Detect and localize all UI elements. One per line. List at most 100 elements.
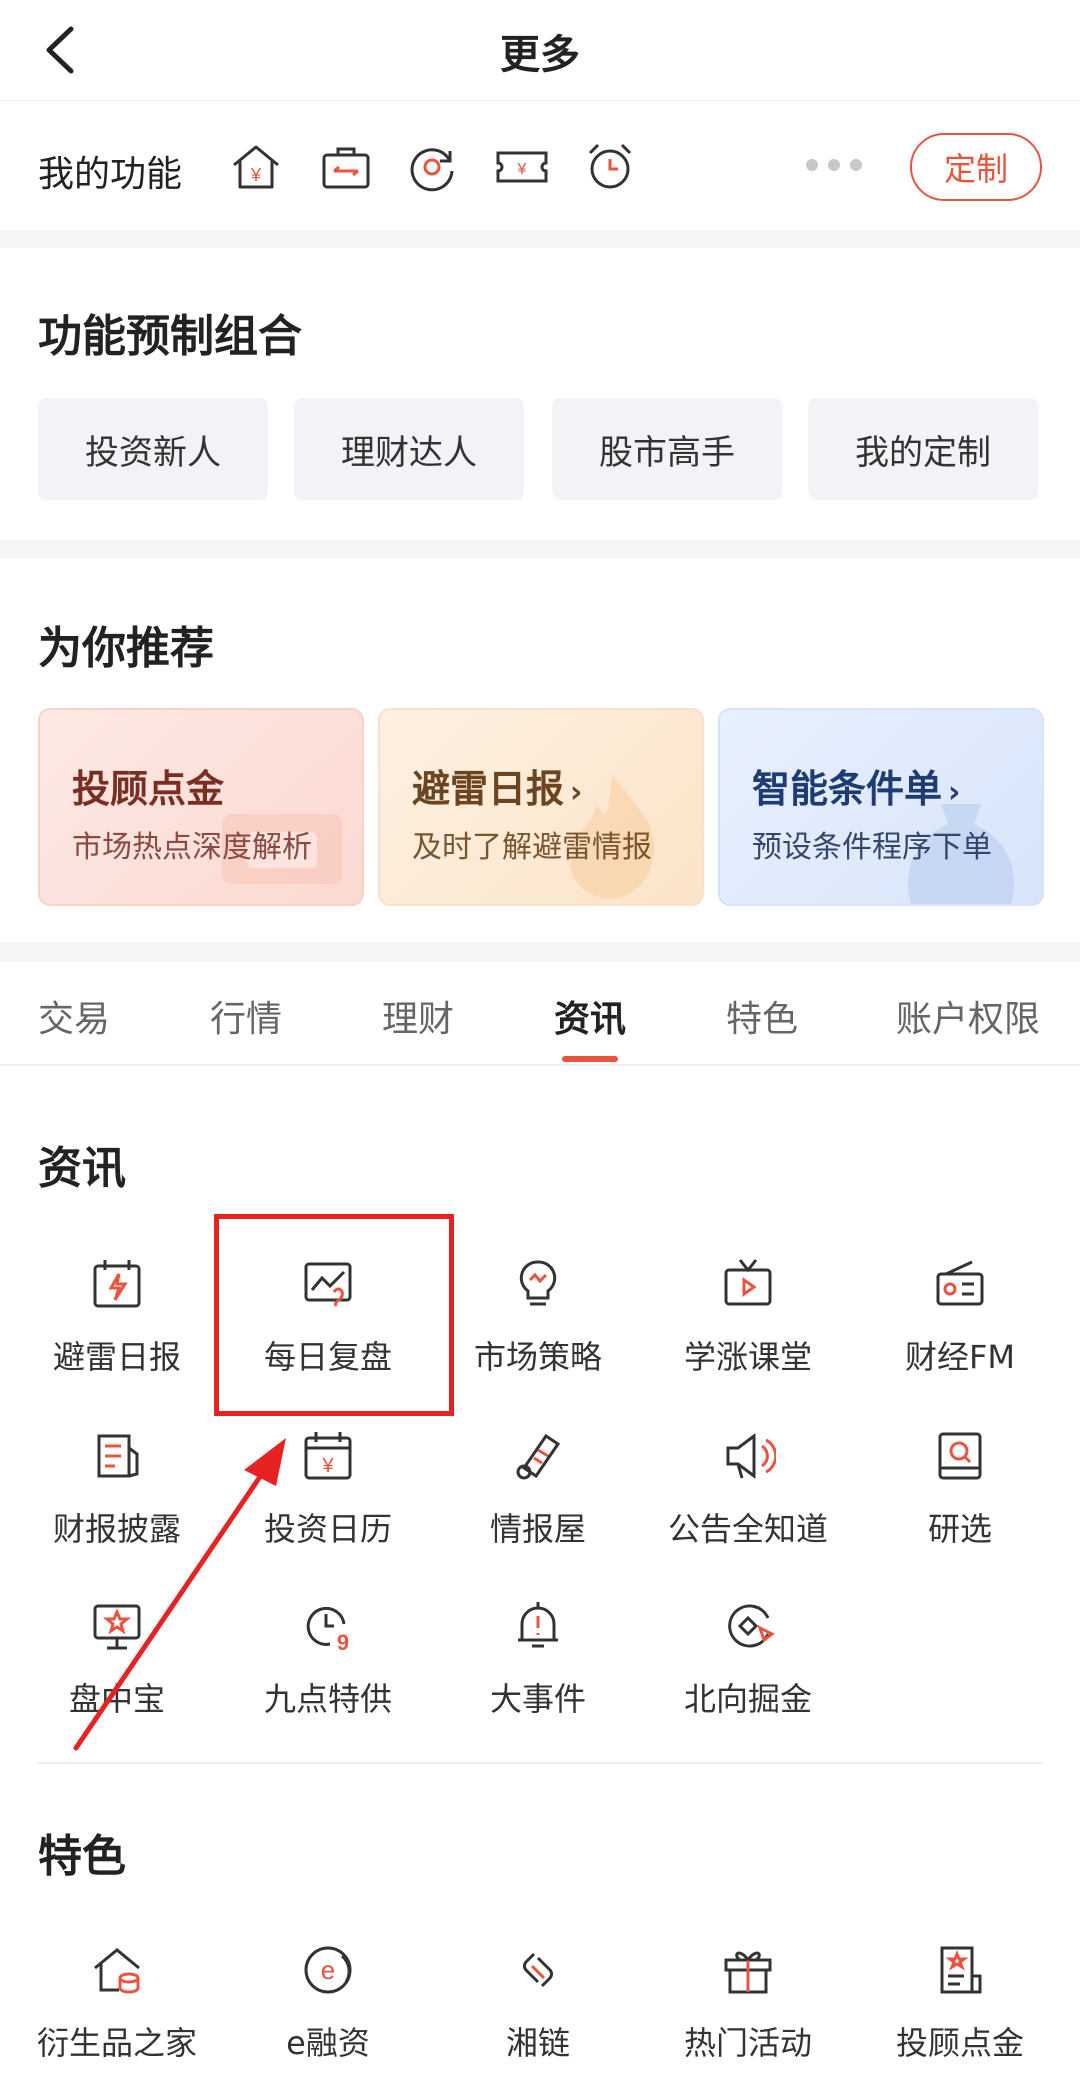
grid-item-advisor-gold[interactable]: 投顾点金 [860,1942,1060,2092]
grid-item-label: 湘链 [505,2024,570,2062]
briefcase-transfer-icon[interactable] [318,139,374,195]
grid-item-northbound-gold[interactable]: 北向掘金 [648,1598,848,1748]
grid-item-label: 财报披露 [52,1510,181,1548]
preset-stock-master[interactable]: 股市高手 [552,398,782,500]
clock-nine-icon: 9 [306,1606,349,1654]
grid-item-finance-fm[interactable]: 财经FM [860,1256,1060,1406]
grid-item-label: 公告全知道 [667,1510,828,1548]
card-title: 投顾点金 [72,767,225,811]
grid-item-label: 九点特供 [263,1680,392,1718]
grid-item-label: 研选 [927,1510,992,1548]
recommend-card-smart-order[interactable]: 智能条件单 › 预设条件程序下单 [718,708,1044,906]
grid-item-xiang-chain[interactable]: 湘链 [438,1942,638,2092]
report-document-icon [97,1434,139,1478]
section-gap [0,230,1080,248]
chain-link-icon [523,1952,553,1988]
grid-item-mine-avoid-daily[interactable]: 避雷日报 [17,1256,217,1406]
svg-text:9: 9 [337,1630,349,1654]
preset-finance-expert[interactable]: 理财达人 [294,398,524,500]
tab-features[interactable]: 特色 [726,990,798,1042]
chevron-right-icon: › [948,775,961,810]
gift-icon [724,1951,772,1994]
tab-account-permissions[interactable]: 账户权限 [896,990,1040,1042]
tv-play-icon [724,1259,772,1306]
chevron-right-icon: › [570,775,583,810]
svg-text:e: e [321,1955,335,1985]
ticket-yuan-icon[interactable]: ¥ [494,139,550,195]
alarm-clock-icon[interactable] [582,139,638,195]
more-dots-icon[interactable] [806,159,862,175]
page-title: 更多 [500,32,580,78]
monitor-star-icon [93,1604,141,1650]
presets-title: 功能预制组合 [38,311,302,362]
recommend-card-mine-avoid[interactable]: 避雷日报 › 及时了解避雷情报 [378,708,704,906]
radio-icon [936,1260,984,1306]
card-title: 智能条件单 › [752,767,961,811]
grid-item-label: 投顾点金 [895,2024,1024,2062]
grid-item-learning-class[interactable]: 学涨课堂 [648,1256,848,1406]
tab-wealth[interactable]: 理财 [382,990,454,1042]
lightbulb-icon [519,1260,557,1306]
compass-icon [728,1604,775,1648]
advisor-document-icon [940,1946,982,1994]
recommend-title: 为你推荐 [38,623,214,674]
grid-item-daily-review[interactable]: 每日复盘 [228,1256,428,1406]
features-section-title: 特色 [38,1831,126,1882]
grid-item-nine-oclock-special[interactable]: 9 九点特供 [228,1598,428,1748]
grid-item-label: e融资 [286,2024,370,2062]
grid-item-market-strategy[interactable]: 市场策略 [438,1256,638,1406]
tab-market[interactable]: 行情 [210,990,282,1042]
grid-item-label: 学涨课堂 [683,1338,812,1376]
grid-item-e-financing[interactable]: e e融资 [228,1942,428,2092]
card-title: 避雷日报 › [412,767,583,811]
grid-item-label: 北向掘金 [683,1680,812,1718]
grid-item-intel-house[interactable]: 情报屋 [438,1428,638,1578]
category-tabs: 交易 行情 理财 资讯 特色 账户权限 [0,962,1080,1066]
home-derivative-icon [94,1948,140,1994]
grid-item-announcements[interactable]: 公告全知道 [648,1428,848,1578]
grid-item-major-events[interactable]: 大事件 [438,1598,638,1748]
info-section-title: 资讯 [38,1143,126,1194]
active-tab-indicator [562,1056,618,1062]
tab-trade[interactable]: 交易 [38,990,110,1042]
target-refresh-icon[interactable] [404,139,460,195]
my-functions-label: 我的功能 [38,154,183,195]
house-yuan-icon[interactable]: ¥ [228,139,284,195]
calendar-yuan-icon: ¥ [304,1432,352,1480]
my-functions-bar: 我的功能 ¥ ¥ 定制 [0,100,1080,230]
grid-item-investment-calendar[interactable]: ¥ 投资日历 [228,1428,428,1578]
header-bar: 更多 [0,0,1080,100]
grid-item-label: 情报屋 [489,1510,586,1548]
svg-text:¥: ¥ [517,161,527,178]
grid-item-research-select[interactable]: 研选 [860,1428,1060,1578]
grid-item-label: 衍生品之家 [36,2024,197,2062]
section-gap [0,540,1080,558]
bell-alert-icon [518,1602,558,1648]
preset-investment-newbie[interactable]: 投资新人 [38,398,268,500]
card-subtitle: 市场热点深度解析 [72,830,312,865]
svg-text:¥: ¥ [250,165,262,185]
lightning-calendar-icon [93,1260,141,1308]
grid-item-label: 避雷日报 [52,1338,181,1376]
customize-button[interactable]: 定制 [910,133,1042,201]
grid-item-label: 财经FM [904,1338,1016,1376]
tab-info[interactable]: 资讯 [554,990,626,1042]
grid-item-label: 投资日历 [263,1510,392,1548]
megaphone-icon [726,1433,776,1479]
grid-item-label: 市场策略 [473,1338,602,1376]
e-finance-icon: e [304,1946,352,1994]
chart-review-icon [304,1262,352,1307]
preset-my-custom[interactable]: 我的定制 [808,398,1038,500]
grid-item-intraday-treasure[interactable]: 盘中宝 [17,1598,217,1748]
grid-item-hot-events[interactable]: 热门活动 [648,1942,848,2092]
grid-item-derivatives-home[interactable]: 衍生品之家 [17,1942,217,2092]
grid-item-financial-report[interactable]: 财报披露 [17,1428,217,1578]
card-subtitle: 预设条件程序下单 [752,830,992,865]
section-gap [0,942,1080,962]
grid-item-label: 大事件 [489,1680,586,1718]
scroll-icon [516,1433,561,1480]
section-divider [38,1762,1042,1764]
recommend-card-advisor[interactable]: 投顾点金 市场热点深度解析 [38,708,364,906]
grid-item-label: 热门活动 [683,2024,812,2062]
grid-item-label: 每日复盘 [263,1338,392,1376]
